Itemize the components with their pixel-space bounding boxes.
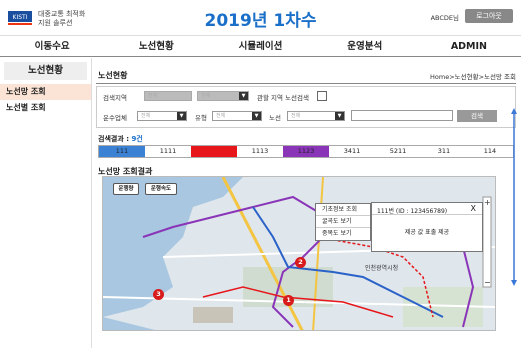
type-select[interactable]: 전체 ▼ — [212, 111, 262, 121]
water-area — [103, 317, 155, 330]
route-chip-list: 111 1111 1211 1113 1123 3411 5211 311 114 — [98, 145, 514, 158]
breadcrumb: Home>노선현황>노선망 조회 — [430, 73, 516, 81]
zoom-slider[interactable] — [482, 196, 492, 288]
place-label: 인천광역시청 — [365, 264, 398, 272]
section-title: 노선현황 — [98, 71, 128, 80]
menu-item-overlap[interactable]: 중복도 보기 — [316, 228, 370, 240]
step-badge-2: 2 — [295, 257, 306, 268]
nav-item-demand[interactable]: 이동수요 — [0, 37, 104, 56]
traffic-speed-button[interactable]: 운행속도 — [145, 183, 177, 195]
sidebar-item-by-route[interactable]: 노선별 조회 — [0, 100, 91, 116]
step-badge-1: 1 — [283, 295, 294, 306]
zoom-out-icon[interactable]: − — [484, 278, 491, 287]
chevron-down-icon: ▼ — [252, 112, 261, 120]
route-chip[interactable]: 311 — [421, 146, 467, 157]
port-area — [193, 307, 233, 323]
main-content: 노선현황 Home>노선현황>노선망 조회 검색지역 전체 전체 ▼ 관할 지역 … — [96, 62, 516, 352]
region-select-2[interactable]: 전체 ▼ — [197, 91, 249, 101]
result-count: 검색결과 : 9건 — [98, 135, 143, 143]
search-button[interactable]: 검색 — [457, 110, 497, 122]
filter-panel: 검색지역 전체 전체 ▼ 관할 지역 노선검색 운수업체 전체 ▼ 유형 전체 ▼ 노… — [96, 86, 516, 128]
route-map[interactable]: 인천광역시청 + − 운행량 운행속도 기초정보 조회 굴곡도 보기 중복도 보… — [102, 176, 496, 331]
scroll-up-icon[interactable] — [511, 108, 517, 114]
vertical-scrollbar[interactable] — [511, 108, 517, 286]
logout-button[interactable]: 로그아웃 — [465, 9, 513, 23]
route-label: 노선 — [269, 114, 281, 122]
popup-title: 111번 (ID : 123456789) — [372, 203, 482, 215]
route-chip[interactable]: 5211 — [375, 146, 421, 157]
zoom-in-icon[interactable]: + — [484, 198, 491, 207]
type-label: 유형 — [195, 114, 207, 122]
main-nav: 이동수요 노선현황 시뮬레이션 운영분석 ADMIN — [0, 37, 521, 57]
nav-item-analysis[interactable]: 운영분석 — [313, 37, 417, 56]
route-info-popup: 111번 (ID : 123456789) X 제공 값 표출 제공 — [371, 202, 483, 252]
nav-item-simulation[interactable]: 시뮬레이션 — [208, 37, 312, 56]
traffic-volume-button[interactable]: 운행량 — [113, 183, 139, 195]
route-chip[interactable]: 1211 — [191, 146, 237, 157]
route-chip[interactable]: 114 — [467, 146, 513, 157]
popup-body: 제공 값 표출 제공 — [404, 229, 450, 236]
route-chip[interactable]: 3411 — [329, 146, 375, 157]
nav-item-admin[interactable]: ADMIN — [417, 37, 521, 56]
region-label: 검색지역 — [103, 94, 127, 102]
sidebar: 노선현황 노선망 조회 노선별 조회 — [0, 58, 92, 348]
header: KISTI 대중교통 최적화 지원 솔루션 2019년 1차수 ABCDE님 로그… — [0, 0, 521, 36]
scroll-down-icon[interactable] — [511, 280, 517, 286]
route-search-input[interactable] — [351, 110, 453, 121]
step-badge-3: 3 — [153, 289, 164, 300]
region-select-1[interactable]: 전체 — [144, 91, 192, 101]
related-region-label: 관할 지역 노선검색 — [257, 94, 309, 102]
sidebar-item-network[interactable]: 노선망 조회 — [0, 84, 91, 100]
route-chip[interactable]: 1113 — [237, 146, 283, 157]
operator-select[interactable]: 전체 ▼ — [137, 111, 187, 121]
map-canvas: 인천광역시청 + − — [103, 177, 495, 330]
route-select[interactable]: 전체 ▼ — [287, 111, 345, 121]
nav-item-routes[interactable]: 노선현황 — [104, 37, 208, 56]
menu-item-curvature[interactable]: 굴곡도 보기 — [316, 216, 370, 228]
road-line — [312, 177, 324, 330]
menu-item-basic-info[interactable]: 기초정보 조회 — [316, 204, 370, 216]
chevron-down-icon: ▼ — [335, 112, 344, 120]
route-chip[interactable]: 1123 — [283, 146, 329, 157]
chevron-down-icon: ▼ — [239, 92, 248, 100]
water-area — [103, 177, 243, 317]
related-region-checkbox[interactable] — [317, 91, 327, 101]
chevron-down-icon: ▼ — [177, 112, 186, 120]
user-name: ABCDE님 — [430, 14, 459, 22]
sidebar-title: 노선현황 — [4, 62, 87, 80]
route-chip[interactable]: 111 — [99, 146, 145, 157]
route-chip[interactable]: 1111 — [145, 146, 191, 157]
context-menu: 기초정보 조회 굴곡도 보기 중복도 보기 — [315, 203, 371, 241]
operator-label: 운수업체 — [103, 114, 127, 122]
divider — [96, 83, 516, 84]
close-icon[interactable]: X — [471, 204, 476, 213]
